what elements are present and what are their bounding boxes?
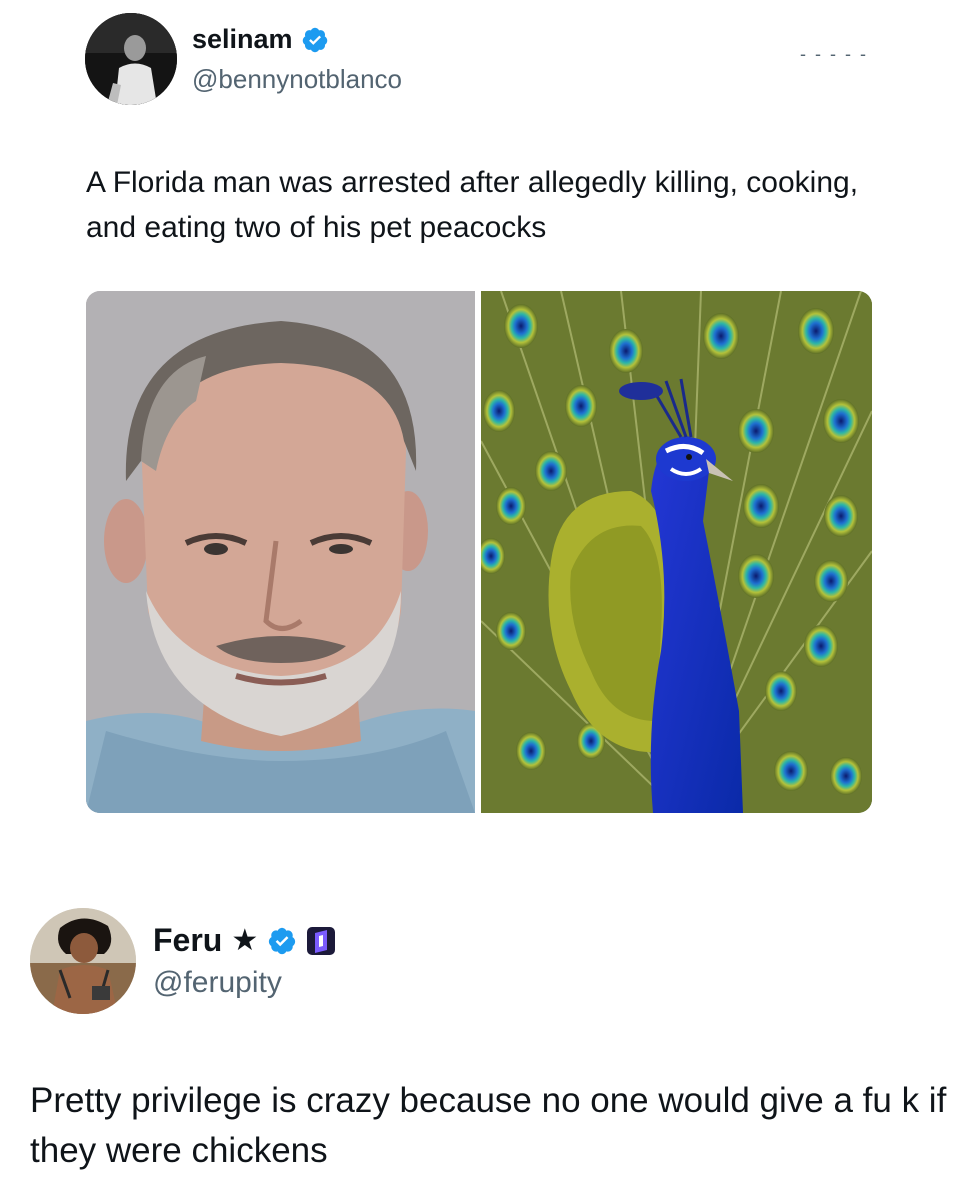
reply-text: Pretty privilege is crazy because no one…: [30, 1081, 947, 1170]
peacock-image: [481, 291, 872, 813]
reply-author-handle[interactable]: @ferupity: [153, 966, 282, 1000]
verified-badge-icon: [269, 927, 296, 954]
mugshot-photo[interactable]: [86, 291, 475, 813]
author-name-row[interactable]: selinam: [192, 24, 329, 55]
tweet-media-grid[interactable]: [86, 291, 872, 813]
more-options-icon[interactable]: - - - - -: [800, 44, 868, 65]
peacock-photo[interactable]: [481, 291, 872, 813]
avatar-image: [85, 13, 177, 105]
verified-badge-icon: [302, 27, 327, 52]
avatar-image: [30, 908, 136, 1014]
reply-author-avatar[interactable]: [30, 908, 136, 1014]
author-avatar[interactable]: [85, 13, 177, 105]
reply-author-name-row[interactable]: Feru ★: [153, 922, 336, 959]
mugshot-image: [86, 291, 475, 813]
star-icon: ★: [231, 923, 259, 957]
tweet-text: A Florida man was arrested after alleged…: [86, 166, 859, 244]
author-handle[interactable]: @bennynotblanco: [192, 64, 402, 95]
author-display-name[interactable]: selinam: [192, 24, 293, 55]
affiliate-badge-icon: [307, 926, 336, 955]
reply-author-display-name[interactable]: Feru: [153, 922, 222, 959]
